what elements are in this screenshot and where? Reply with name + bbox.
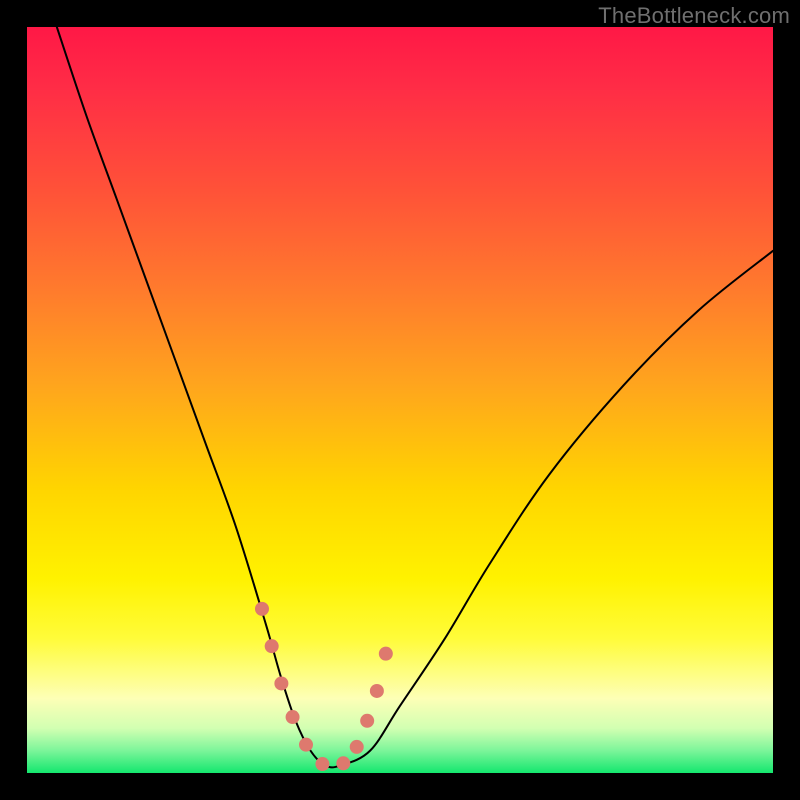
plot-area	[27, 27, 773, 773]
curve-marker	[379, 647, 393, 661]
curve-marker	[274, 676, 288, 690]
curve-marker	[299, 738, 313, 752]
curve-marker	[360, 714, 374, 728]
curve-marker	[336, 756, 350, 770]
curve-marker	[286, 710, 300, 724]
curve-marker	[370, 684, 384, 698]
bottleneck-curve	[57, 27, 773, 767]
chart-svg	[27, 27, 773, 773]
curve-marker	[350, 740, 364, 754]
chart-frame: TheBottleneck.com	[0, 0, 800, 800]
marker-group	[255, 602, 393, 771]
curve-marker	[315, 757, 329, 771]
curve-marker	[255, 602, 269, 616]
curve-marker	[265, 639, 279, 653]
watermark-text: TheBottleneck.com	[598, 3, 790, 29]
